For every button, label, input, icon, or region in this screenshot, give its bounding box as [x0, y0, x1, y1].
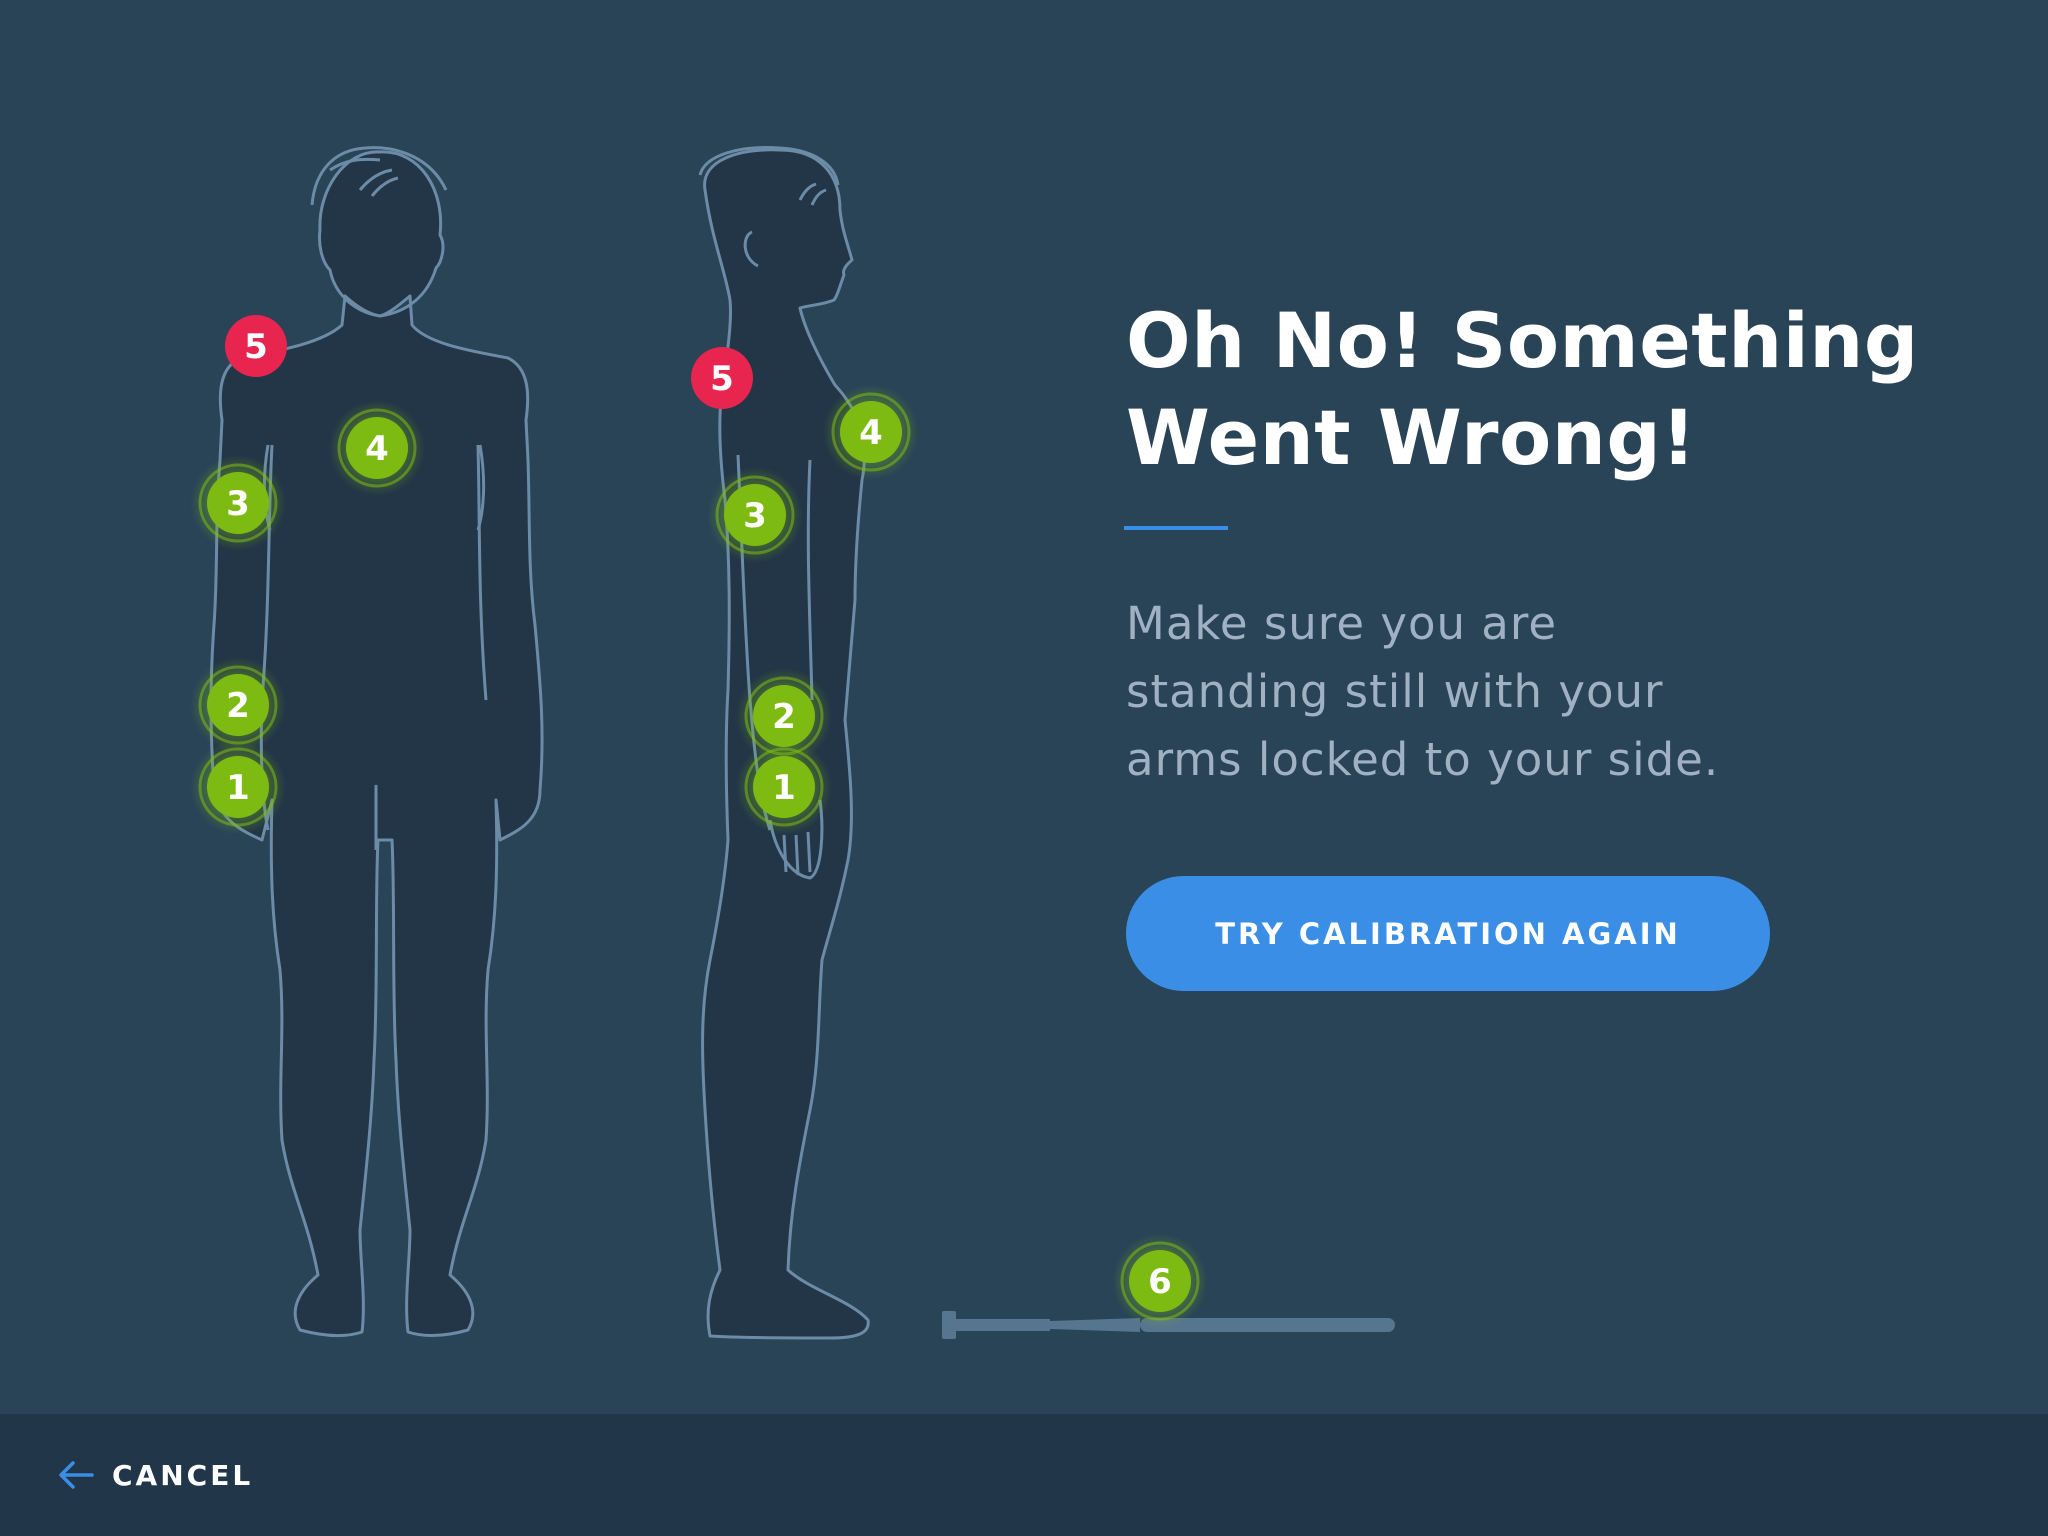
- front-marker-2-label: 2: [226, 686, 250, 726]
- front-marker-4-label: 4: [365, 429, 389, 469]
- side-marker-1-label: 1: [772, 768, 796, 808]
- error-title: Oh No! Something Went Wrong!: [1126, 292, 1946, 486]
- side-marker-3: 3: [707, 467, 803, 563]
- front-marker-2: 2: [190, 657, 286, 753]
- side-marker-2: 2: [736, 668, 832, 764]
- side-marker-5-label: 5: [710, 359, 734, 399]
- side-marker-3-label: 3: [743, 496, 767, 536]
- side-marker-2-label: 2: [772, 697, 796, 737]
- front-marker-3-label: 3: [226, 484, 250, 524]
- error-title-line-1: Oh No! Something: [1126, 296, 1919, 385]
- side-marker-4: 4: [823, 384, 919, 480]
- front-marker-1: 1: [190, 739, 286, 835]
- error-message-line-3: arms locked to your side.: [1126, 733, 1720, 786]
- arrow-left-icon: [59, 1461, 94, 1489]
- side-marker-4-label: 4: [859, 413, 883, 453]
- try-calibration-again-label: TRY CALIBRATION AGAIN: [1215, 916, 1681, 951]
- front-marker-5-label: 5: [244, 327, 268, 367]
- cancel-label: CANCEL: [112, 1458, 254, 1492]
- calibration-error-screen: 1 2 3 4 5 1 2 3 4 5 6 Oh No! Something W…: [0, 0, 2048, 1536]
- front-marker-5: 5: [225, 315, 287, 377]
- front-marker-1-label: 1: [226, 768, 250, 808]
- try-calibration-again-button[interactable]: TRY CALIBRATION AGAIN: [1126, 876, 1770, 991]
- error-message-line-2: standing still with your: [1126, 665, 1664, 718]
- bottom-bar: CANCEL: [0, 1414, 2048, 1536]
- front-marker-4: 4: [329, 400, 425, 496]
- floor-marker-6-label: 6: [1148, 1262, 1172, 1302]
- error-message-line-1: Make sure you are: [1126, 597, 1558, 650]
- error-title-line-2: Went Wrong!: [1126, 393, 1697, 482]
- floor-marker-6: 6: [1112, 1233, 1208, 1329]
- title-divider: [1124, 526, 1228, 530]
- side-marker-5: 5: [691, 347, 753, 409]
- cancel-button[interactable]: CANCEL: [58, 1450, 253, 1500]
- error-message: Make sure you are standing still with yo…: [1126, 590, 1886, 794]
- front-marker-3: 3: [190, 455, 286, 551]
